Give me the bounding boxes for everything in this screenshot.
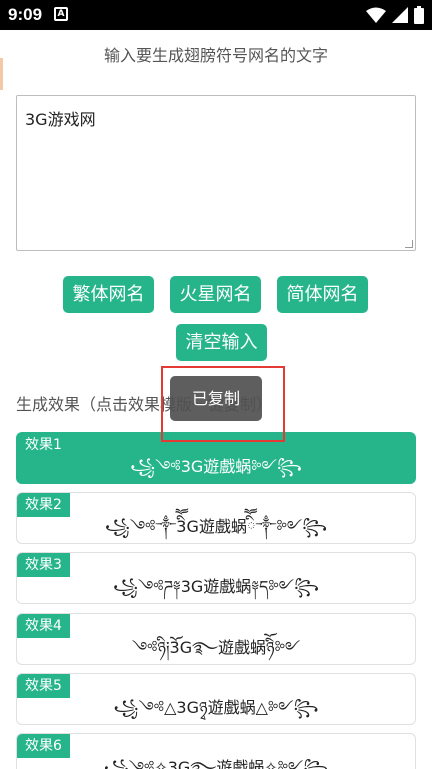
clear-input-button[interactable]: 清空输入 bbox=[176, 324, 267, 361]
signal-icon bbox=[392, 7, 408, 23]
wifi-icon bbox=[366, 7, 386, 23]
mars-name-button[interactable]: 火星网名 bbox=[170, 276, 261, 313]
result-card-5[interactable]: 效果5 ꧁༺△3Gཉྭ遊戲蜗△༻꧂ bbox=[16, 673, 416, 725]
resize-handle bbox=[405, 240, 413, 248]
result-card-6[interactable]: 效果6 ꧁༺✧3G࿐遊戲蜗✧༻꧂ bbox=[16, 733, 416, 769]
result-text: ꧁༺ཌ༈3G遊戲蜗༈ད༻꧂ bbox=[113, 577, 319, 596]
result-card-3[interactable]: 效果3 ꧁༺ཌ༈3G遊戲蜗༈ད༻꧂ bbox=[16, 552, 416, 604]
simplified-name-button[interactable]: 简体网名 bbox=[277, 276, 368, 313]
result-card-4[interactable]: 效果4 ༺ཉི༏ོ3G࿐遊戲蜗ཉིོ༻ bbox=[16, 613, 416, 665]
result-card-2[interactable]: 效果2 ꧁༺༒ིཽ3G遊戲蜗ིཽ༒༻꧂ bbox=[16, 492, 416, 544]
status-bar: 9:09 A bbox=[0, 0, 432, 30]
result-text: ༺ཉི༏ོ3G࿐遊戲蜗ཉིོ༻ bbox=[131, 638, 301, 657]
text-input-value: 3G游戏网 bbox=[25, 110, 96, 129]
battery-icon bbox=[414, 6, 424, 24]
text-input[interactable]: 3G游戏网 bbox=[16, 95, 416, 251]
status-icons bbox=[366, 6, 424, 24]
prompt-label: 输入要生成翅膀符号网名的文字 bbox=[103, 46, 328, 65]
result-text: ꧁༺✧3G࿐遊戲蜗✧༻꧂ bbox=[103, 758, 329, 769]
status-time: 9:09 bbox=[8, 5, 43, 24]
result-text: ꧁༺3G遊戲蜗༻꧂ bbox=[130, 457, 302, 476]
highlight-box bbox=[161, 366, 285, 442]
result-text: ꧁༺△3Gཉྭ遊戲蜗△༻꧂ bbox=[113, 698, 319, 717]
notification-icon: A bbox=[54, 7, 68, 21]
traditional-name-button[interactable]: 繁体网名 bbox=[63, 276, 154, 313]
result-text: ꧁༺༒ིཽ3G遊戲蜗ིཽ༒༻꧂ bbox=[104, 517, 328, 536]
